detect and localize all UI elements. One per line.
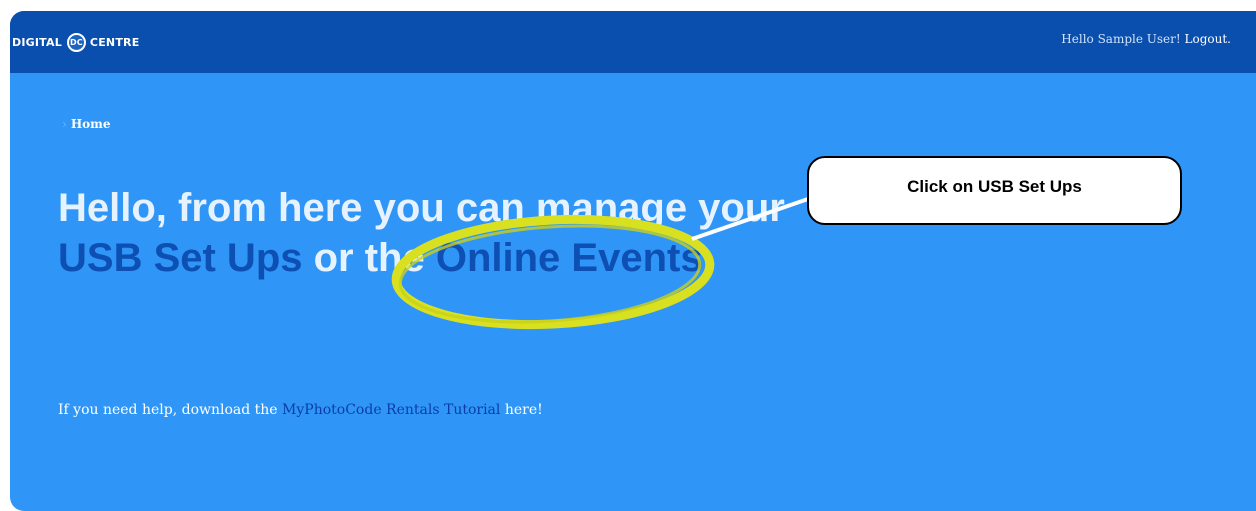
- help-text-prefix: If you need help, download the: [58, 402, 283, 418]
- headline-text-2: or the: [302, 236, 436, 281]
- breadcrumb-home-link[interactable]: Home: [71, 117, 111, 131]
- dc-logo-icon: DC: [66, 32, 86, 52]
- page-headline: Hello, from here you can manage your USB…: [58, 183, 838, 284]
- headline-text-1: Hello, from here you can manage your: [58, 186, 785, 230]
- online-events-link[interactable]: Online Events: [436, 236, 703, 280]
- site-logo[interactable]: DIGITAL DC CENTRE: [12, 31, 139, 53]
- top-bar: DIGITAL DC CENTRE Hello Sample User! Log…: [10, 11, 1256, 73]
- help-text: If you need help, download the MyPhotoCo…: [58, 402, 543, 418]
- usb-setups-link[interactable]: USB Set Ups: [58, 236, 303, 280]
- tutorial-link[interactable]: MyPhotoCode Rentals Tutorial: [282, 402, 500, 418]
- user-greeting: Hello Sample User!: [1061, 32, 1181, 46]
- help-text-suffix: here!: [500, 402, 543, 418]
- user-area: Hello Sample User! Logout.: [1061, 32, 1231, 46]
- breadcrumb: › Home: [62, 117, 111, 131]
- breadcrumb-separator-icon: ›: [62, 117, 67, 131]
- logout-link[interactable]: Logout.: [1185, 32, 1231, 46]
- headline-text-3: .: [702, 236, 714, 281]
- annotation-callout: Click on USB Set Ups: [807, 156, 1182, 225]
- logo-text-left: DIGITAL: [12, 35, 62, 49]
- logo-text-right: CENTRE: [89, 35, 140, 49]
